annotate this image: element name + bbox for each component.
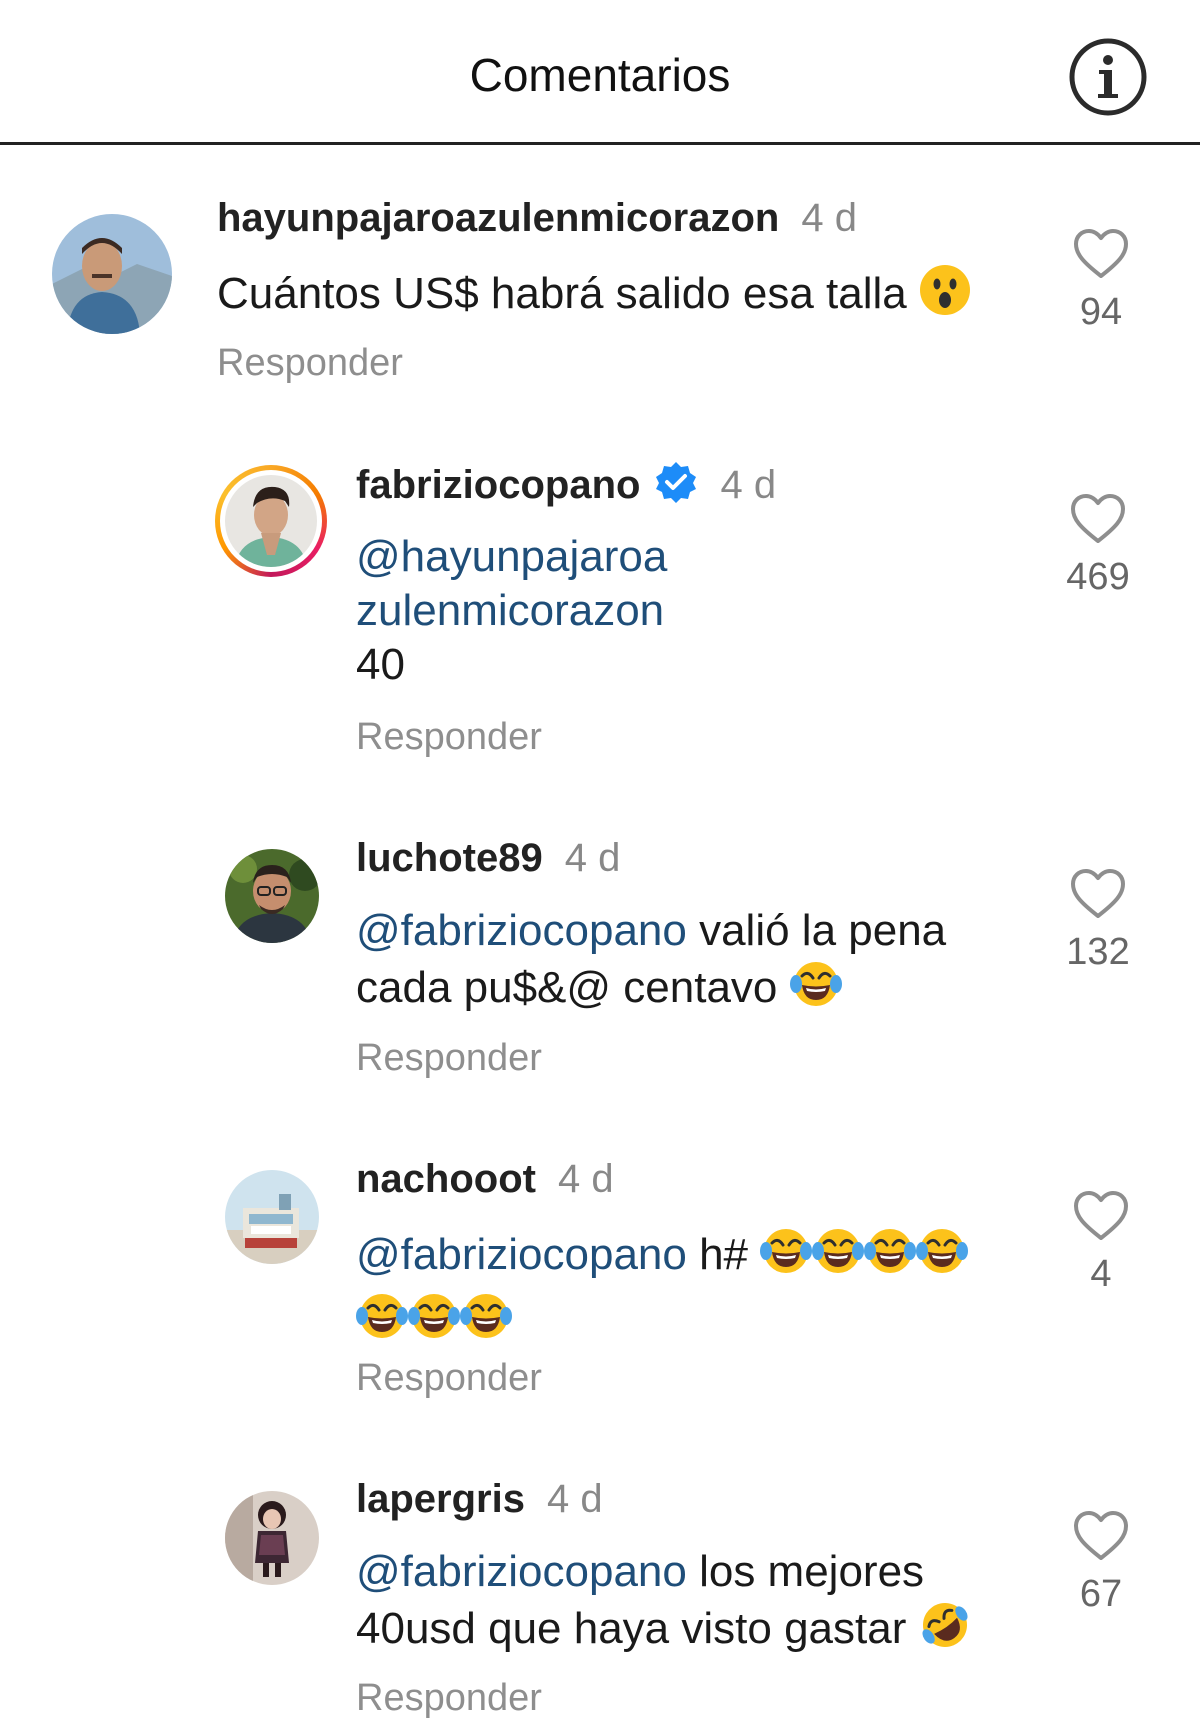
comment-username[interactable]: nachooot bbox=[356, 1157, 536, 1201]
comment-meta: nachooot 4 d bbox=[356, 1155, 614, 1203]
face-with-tears-of-joy-icon bbox=[408, 1290, 460, 1355]
comment-body: los mejores bbox=[686, 1547, 925, 1596]
astonished-face-icon bbox=[919, 264, 971, 329]
like-control: 132 bbox=[1043, 868, 1153, 974]
comment-username[interactable]: hayunpajaroazulenmicorazon bbox=[217, 196, 779, 240]
like-count: 132 bbox=[1066, 931, 1130, 973]
comment-text: @fabriziocopano los mejores 40usd que ha… bbox=[356, 1545, 971, 1664]
like-count: 67 bbox=[1079, 1573, 1123, 1615]
comment-text: @fabriziocopano valió la pena cada pu$&@… bbox=[356, 904, 946, 1023]
like-count: 94 bbox=[1079, 291, 1123, 333]
face-with-tears-of-joy-icon bbox=[864, 1225, 917, 1290]
avatar[interactable] bbox=[225, 1170, 319, 1264]
face-with-tears-of-joy-icon bbox=[789, 958, 842, 1023]
reply-button[interactable]: Responder bbox=[356, 1676, 542, 1720]
comment-text: @hayunpajaroa zulenmicorazon 40 bbox=[356, 530, 667, 692]
mention-link[interactable]: @hayunpajaroa bbox=[356, 532, 667, 581]
comment-time: 4 d bbox=[564, 836, 621, 880]
heart-icon[interactable] bbox=[1073, 1190, 1129, 1242]
heart-icon[interactable] bbox=[1073, 1510, 1129, 1562]
reply-button[interactable]: Responder bbox=[217, 341, 403, 385]
comment-time: 4 d bbox=[546, 1477, 603, 1521]
avatar[interactable] bbox=[225, 475, 317, 567]
comment-body: 40 bbox=[356, 640, 405, 689]
header-bar: Comentarios bbox=[0, 0, 1200, 145]
heart-icon[interactable] bbox=[1070, 868, 1126, 920]
info-icon[interactable] bbox=[1067, 36, 1149, 118]
comment-body: Cuántos US$ habrá salido esa talla bbox=[217, 269, 907, 318]
like-control: 94 bbox=[1046, 228, 1156, 334]
like-control: 469 bbox=[1043, 493, 1153, 599]
mention-link[interactable]: @fabriziocopano bbox=[356, 1230, 687, 1279]
mention-link[interactable]: @fabriziocopano bbox=[356, 1547, 687, 1596]
comment-body: 40usd que haya visto gastar bbox=[356, 1604, 907, 1653]
like-control: 4 bbox=[1046, 1190, 1156, 1296]
heart-icon[interactable] bbox=[1073, 228, 1129, 280]
reply-button[interactable]: Responder bbox=[356, 1036, 542, 1080]
comment-time: 4 d bbox=[801, 196, 857, 240]
rolling-on-the-floor-laughing-icon bbox=[919, 1599, 971, 1664]
comment-body: cada pu$&@ centavo bbox=[356, 963, 778, 1012]
comment-username[interactable]: lapergris bbox=[356, 1477, 525, 1521]
comment-body: valió la pena bbox=[686, 906, 947, 955]
avatar[interactable] bbox=[225, 1491, 319, 1585]
comment-meta: luchote89 4 d bbox=[356, 834, 620, 882]
avatar[interactable] bbox=[225, 849, 319, 943]
comment-username[interactable]: luchote89 bbox=[356, 836, 543, 880]
face-with-tears-of-joy-icon bbox=[812, 1225, 865, 1290]
heart-icon[interactable] bbox=[1070, 493, 1126, 545]
avatar[interactable] bbox=[52, 214, 172, 334]
comment-username[interactable]: fabriziocopano bbox=[356, 463, 640, 507]
face-with-tears-of-joy-icon bbox=[916, 1225, 969, 1290]
comment-meta: lapergris 4 d bbox=[356, 1475, 603, 1523]
page-title: Comentarios bbox=[469, 49, 731, 101]
comment-meta: hayunpajaroazulenmicorazon 4 d bbox=[217, 194, 857, 242]
reply-button[interactable]: Responder bbox=[356, 715, 542, 759]
comment-meta: fabriziocopano 4 d bbox=[356, 460, 776, 515]
reply-button[interactable]: Responder bbox=[356, 1356, 542, 1400]
like-count: 4 bbox=[1090, 1253, 1112, 1295]
comment-body: h# bbox=[686, 1230, 749, 1279]
like-count: 469 bbox=[1066, 556, 1130, 598]
comment-text: Cuántos US$ habrá salido esa talla bbox=[217, 264, 971, 329]
comment-time: 4 d bbox=[720, 463, 777, 507]
verified-badge-icon bbox=[654, 460, 698, 515]
mention-link[interactable]: @fabriziocopano bbox=[356, 906, 687, 955]
face-with-tears-of-joy-icon bbox=[356, 1290, 408, 1355]
comment-time: 4 d bbox=[557, 1157, 614, 1201]
comment-text: @fabriziocopano h# bbox=[356, 1225, 969, 1355]
mention-link[interactable]: zulenmicorazon bbox=[356, 586, 664, 635]
face-with-tears-of-joy-icon bbox=[760, 1225, 813, 1290]
like-control: 67 bbox=[1046, 1510, 1156, 1616]
face-with-tears-of-joy-icon bbox=[460, 1290, 512, 1355]
